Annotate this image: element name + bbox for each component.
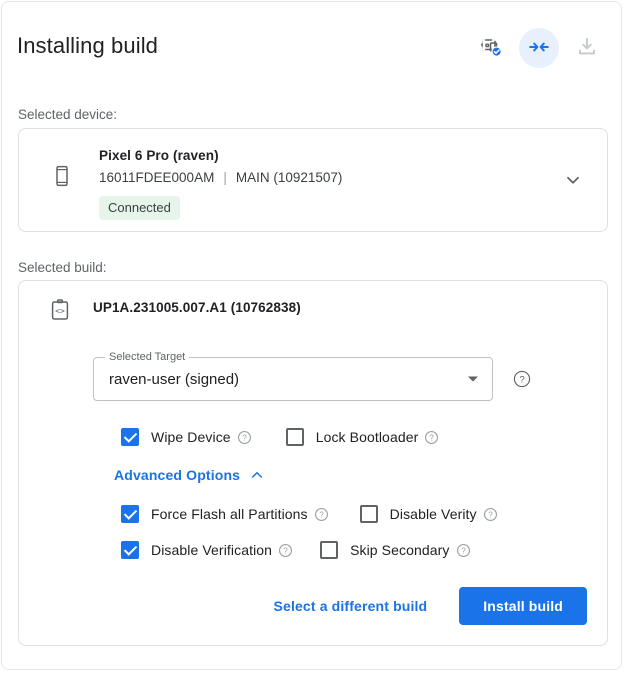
checkbox-box-disable-verity[interactable] bbox=[360, 505, 378, 523]
selected-device-card[interactable]: Pixel 6 Pro (raven) 16011FDEE000AM|MAIN … bbox=[18, 128, 608, 232]
download-icon bbox=[575, 35, 599, 62]
device-row: Pixel 6 Pro (raven) 16011FDEE000AM|MAIN … bbox=[19, 129, 607, 231]
device-slot: MAIN (10921507) bbox=[236, 170, 343, 185]
header-actions bbox=[471, 28, 607, 68]
device-meta: 16011FDEE000AM|MAIN (10921507) bbox=[99, 167, 342, 189]
device-info: Pixel 6 Pro (raven) 16011FDEE000AM|MAIN … bbox=[99, 146, 342, 220]
selected-target-help-icon[interactable]: ? bbox=[512, 369, 532, 389]
device-meta-separator: | bbox=[214, 170, 236, 185]
svg-text:<>: <> bbox=[55, 307, 65, 316]
device-name: Pixel 6 Pro (raven) bbox=[99, 146, 342, 166]
checkbox-label-disable-verity: Disable Verity bbox=[390, 506, 477, 522]
selected-target-value: raven-user (signed) bbox=[109, 369, 239, 391]
help-icon-force-flash-all-partitions[interactable]: ? bbox=[314, 507, 329, 522]
checkbox-lock-bootloader[interactable]: Lock Bootloader ? bbox=[286, 428, 440, 446]
advanced-options-row-2: Disable Verification ? Skip Secondary ? bbox=[121, 541, 471, 559]
help-icon-skip-secondary[interactable]: ? bbox=[456, 543, 471, 558]
dropdown-arrow-icon bbox=[468, 377, 478, 382]
checkbox-label-lock-bootloader: Lock Bootloader bbox=[316, 429, 419, 445]
advanced-options-label: Advanced Options bbox=[114, 467, 240, 483]
checkbox-box-lock-bootloader[interactable] bbox=[286, 428, 304, 446]
smartphone-icon bbox=[48, 162, 76, 190]
download-icon-button[interactable] bbox=[567, 28, 607, 68]
checkbox-label-skip-secondary: Skip Secondary bbox=[350, 542, 449, 558]
selected-build-card: <> UP1A.231005.007.A1 (10762838) Selecte… bbox=[18, 280, 608, 646]
checkbox-disable-verification[interactable]: Disable Verification ? bbox=[121, 541, 293, 559]
svg-text:?: ? bbox=[430, 433, 435, 442]
checkbox-label-force-flash-all-partitions: Force Flash all Partitions bbox=[151, 506, 308, 522]
installing-build-window: Installing build bbox=[1, 1, 622, 670]
developer-board-icon: <> bbox=[47, 297, 73, 323]
install-build-button[interactable]: Install build bbox=[459, 587, 587, 625]
checkbox-disable-verity[interactable]: Disable Verity ? bbox=[360, 505, 498, 523]
help-icon-lock-bootloader[interactable]: ? bbox=[424, 430, 439, 445]
checkbox-wipe-device[interactable]: Wipe Device ? bbox=[121, 428, 252, 446]
devices-connected-icon-button[interactable] bbox=[471, 28, 511, 68]
page-title: Installing build bbox=[17, 30, 158, 62]
chevron-down-icon[interactable] bbox=[559, 166, 587, 194]
selected-target-select[interactable]: Selected Target raven-user (signed) bbox=[93, 357, 493, 401]
build-id: UP1A.231005.007.A1 (10762838) bbox=[93, 300, 301, 315]
window-header: Installing build bbox=[2, 2, 621, 86]
advanced-options-row-1: Force Flash all Partitions ? Disable Ver… bbox=[121, 505, 498, 523]
select-different-build-button[interactable]: Select a different build bbox=[264, 590, 438, 622]
checkbox-label-wipe-device: Wipe Device bbox=[151, 429, 231, 445]
checkbox-box-force-flash-all-partitions[interactable] bbox=[121, 505, 139, 523]
svg-text:?: ? bbox=[242, 433, 247, 442]
checkbox-label-disable-verification: Disable Verification bbox=[151, 542, 272, 558]
checkbox-box-disable-verification[interactable] bbox=[121, 541, 139, 559]
selected-build-label: Selected build: bbox=[18, 259, 107, 277]
selected-device-label: Selected device: bbox=[18, 106, 117, 124]
checkbox-force-flash-all-partitions[interactable]: Force Flash all Partitions ? bbox=[121, 505, 329, 523]
selected-target-row: Selected Target raven-user (signed) ? bbox=[93, 357, 532, 401]
devices-connected-icon bbox=[479, 35, 503, 62]
status-badge: Connected bbox=[99, 196, 180, 220]
advanced-options-toggle[interactable]: Advanced Options bbox=[114, 467, 265, 483]
help-icon-disable-verity[interactable]: ? bbox=[483, 507, 498, 522]
svg-text:?: ? bbox=[519, 375, 524, 386]
svg-text:?: ? bbox=[283, 546, 288, 555]
svg-text:?: ? bbox=[461, 546, 466, 555]
selected-target-legend: Selected Target bbox=[105, 351, 189, 364]
device-serial: 16011FDEE000AM bbox=[99, 170, 214, 185]
primary-options-row: Wipe Device ? Lock Bootloader ? bbox=[121, 428, 439, 446]
checkbox-box-skip-secondary[interactable] bbox=[320, 541, 338, 559]
flash-icon bbox=[527, 35, 551, 62]
help-icon-wipe-device[interactable]: ? bbox=[237, 430, 252, 445]
build-header: <> UP1A.231005.007.A1 (10762838) bbox=[19, 281, 607, 341]
build-card-footer: Select a different build Install build bbox=[264, 587, 587, 625]
chevron-up-icon bbox=[249, 467, 265, 483]
svg-text:?: ? bbox=[488, 510, 493, 519]
svg-text:?: ? bbox=[319, 510, 324, 519]
checkbox-skip-secondary[interactable]: Skip Secondary ? bbox=[320, 541, 470, 559]
help-icon-disable-verification[interactable]: ? bbox=[278, 543, 293, 558]
flash-icon-button[interactable] bbox=[519, 28, 559, 68]
checkbox-box-wipe-device[interactable] bbox=[121, 428, 139, 446]
